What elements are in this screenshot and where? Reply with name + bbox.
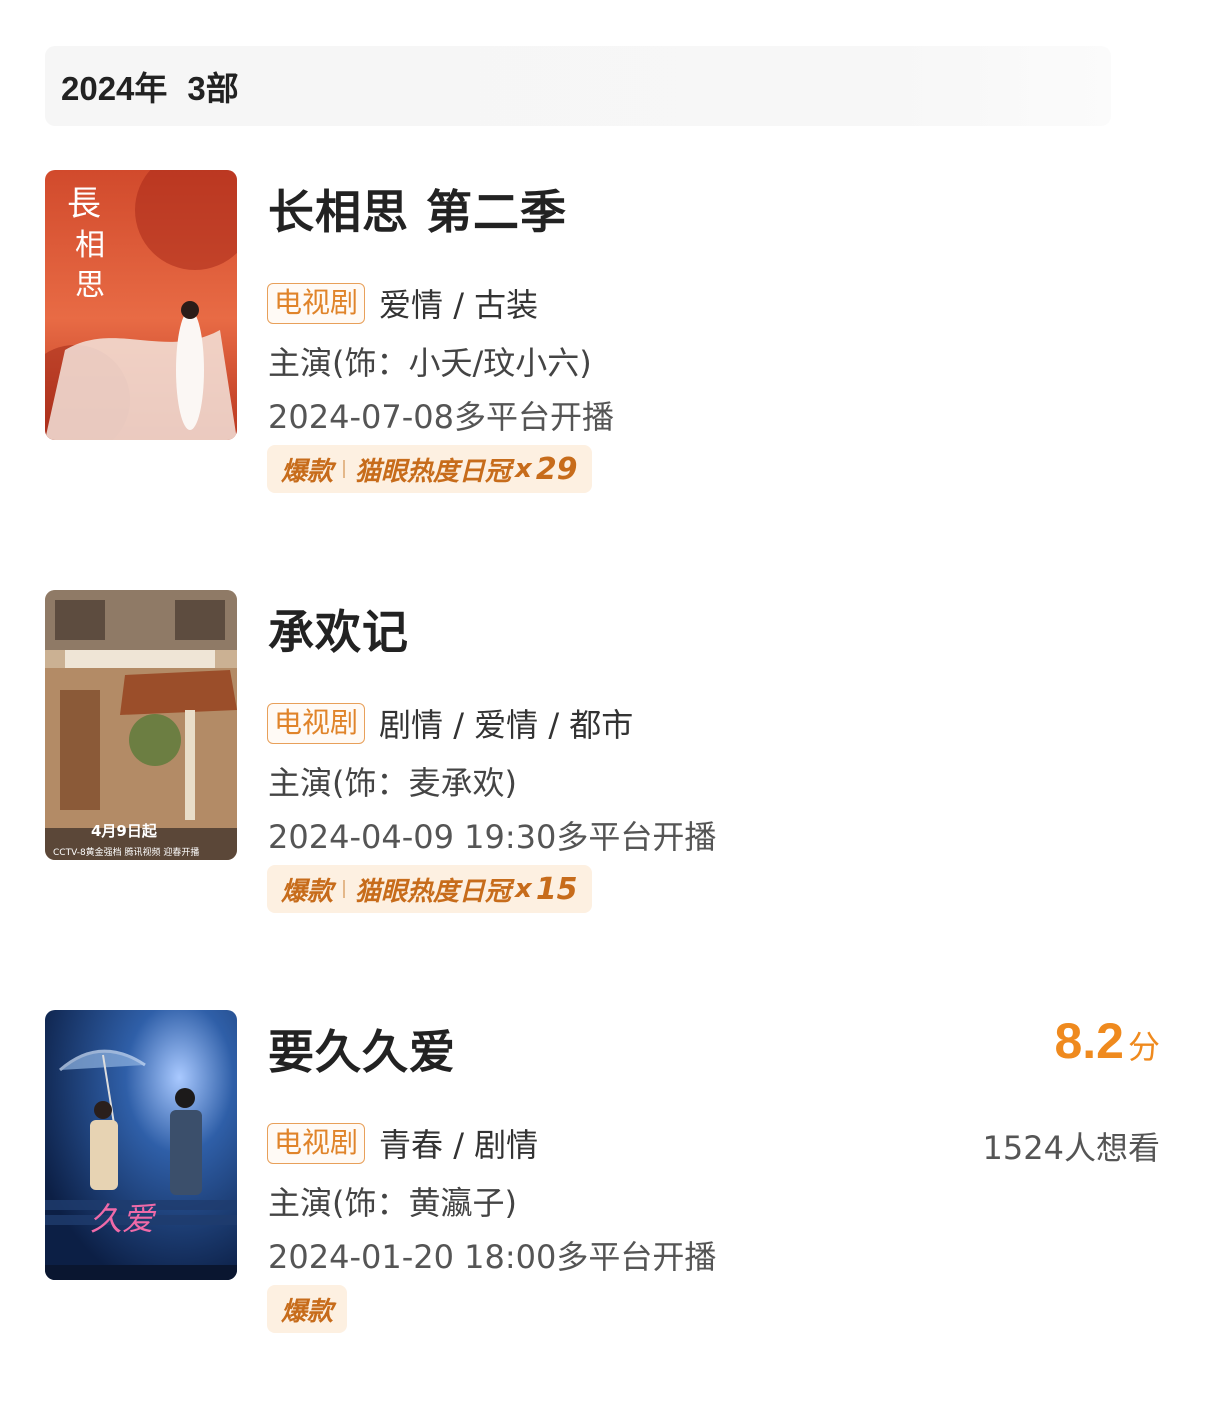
hot-label: 爆款 <box>281 456 334 487</box>
poster-caption: CCTV-8黄金强档 腾讯视频 迎春开播 <box>53 846 199 858</box>
rank-label: 猫眼热度日冠 <box>355 456 512 487</box>
svg-text:長: 長 <box>67 184 101 224</box>
rank-label: 猫眼热度日冠 <box>355 876 512 907</box>
drama-title[interactable]: 长相思 第二季 <box>268 176 567 242</box>
actor-role: 主演(饰：小夭/玟小六) <box>268 344 592 382</box>
hot-label: 爆款 <box>281 876 334 907</box>
svg-text:相: 相 <box>75 228 105 263</box>
rank-x: x <box>515 454 532 484</box>
year-label: 2024年 <box>61 70 168 107</box>
rating-value: 8.2 <box>1054 1013 1124 1069</box>
poster-date: 4月9日起 <box>91 822 158 840</box>
hot-badge: 爆款 猫眼热度日冠 x 29 <box>267 445 592 493</box>
hot-label: 爆款 <box>281 1296 334 1327</box>
actor-role: 主演(饰：麦承欢) <box>268 764 517 802</box>
drama-title[interactable]: 要久久爱 <box>268 1016 456 1082</box>
poster-image[interactable]: 久爱 <box>45 1010 237 1280</box>
hot-badge: 爆款 猫眼热度日冠 x 15 <box>267 865 592 913</box>
drama-item-changxiangsi[interactable]: 長 相 思 长相思 第二季 电视剧 爱情 / 古装 主演(饰：小夭/玟小六) 2… <box>45 170 1160 500</box>
svg-text:久爱: 久爱 <box>90 1200 157 1238</box>
type-tag: 电视剧 <box>267 282 366 324</box>
rank-number: 15 <box>535 871 578 907</box>
rank-x: x <box>515 874 532 904</box>
release-info: 2024-04-09 19:30多平台开播 <box>268 818 717 856</box>
badge-divider <box>343 880 346 898</box>
type-tag: 电视剧 <box>267 702 366 744</box>
genres: 爱情 / 古装 <box>379 286 539 324</box>
genres: 青春 / 剧情 <box>379 1126 539 1164</box>
rating-score: 8.2 分 <box>1054 1012 1160 1070</box>
drama-item-chenghuanji[interactable]: 4月9日起 CCTV-8黄金强档 腾讯视频 迎春开播 承欢记 电视剧 剧情 / … <box>45 590 1160 920</box>
actor-role: 主演(饰：黄瀛子) <box>268 1184 517 1222</box>
poster-image[interactable]: 4月9日起 CCTV-8黄金强档 腾讯视频 迎春开播 <box>45 590 237 860</box>
release-info: 2024-01-20 18:00多平台开播 <box>268 1238 717 1276</box>
type-tag: 电视剧 <box>267 1122 366 1164</box>
release-info: 2024-07-08多平台开播 <box>268 398 614 436</box>
hot-badge: 爆款 <box>267 1285 348 1333</box>
badge-divider <box>343 460 346 478</box>
want-to-watch-count: 1524人想看 <box>982 1129 1160 1167</box>
drama-title[interactable]: 承欢记 <box>268 596 409 662</box>
rank-number: 29 <box>535 451 578 487</box>
poster-image[interactable]: 長 相 思 <box>45 170 237 440</box>
svg-text:思: 思 <box>75 268 105 303</box>
year-header: 2024年 3部 <box>45 46 1111 126</box>
rating-unit: 分 <box>1127 1028 1160 1066</box>
drama-count: 3部 <box>187 70 239 107</box>
genres: 剧情 / 爱情 / 都市 <box>379 706 634 744</box>
drama-item-yaojiujiuai[interactable]: 久爱 要久久爱 8.2 分 电视剧 青春 / 剧情 1524人想看 主演(饰：黄瀛… <box>45 1010 1160 1340</box>
